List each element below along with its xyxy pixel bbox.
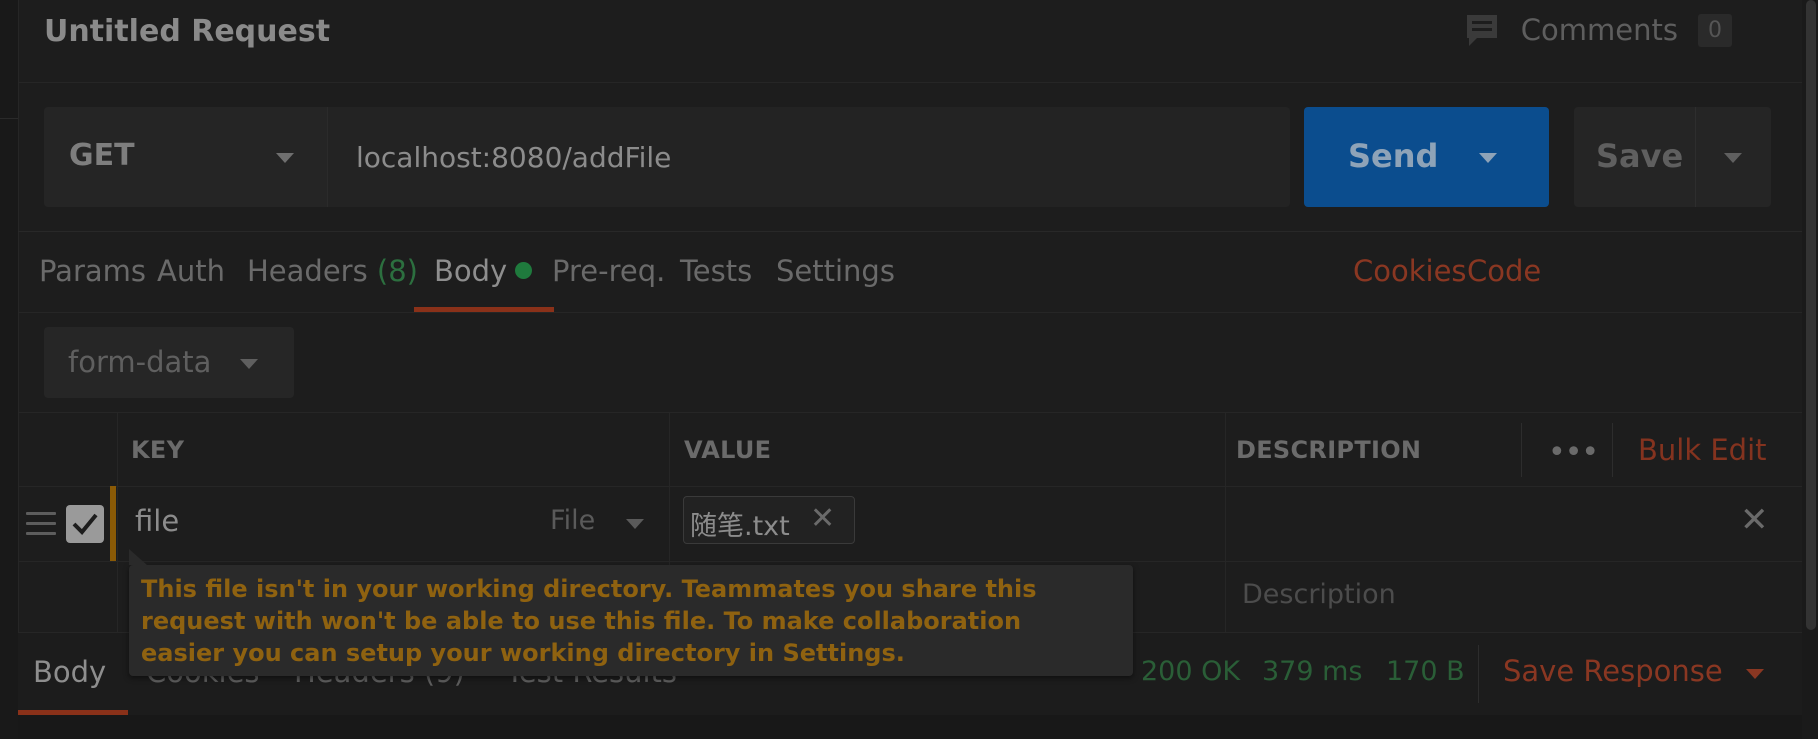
request-title[interactable]: Untitled Request xyxy=(44,14,330,49)
response-body-area xyxy=(18,715,1802,739)
tab-params[interactable]: Params xyxy=(39,254,146,288)
response-tab-body[interactable]: Body xyxy=(33,655,106,689)
url-input-container xyxy=(327,107,1290,207)
warning-indicator xyxy=(110,486,116,561)
body-mode-label: form-data xyxy=(68,345,212,379)
send-label: Send xyxy=(1348,137,1439,175)
checkmark-icon xyxy=(72,513,98,535)
caret-down-icon[interactable] xyxy=(1746,669,1764,679)
tab-headers-label: Headers xyxy=(247,254,368,288)
tab-body-label: Body xyxy=(434,254,508,288)
delete-row-icon[interactable]: ✕ xyxy=(1740,500,1769,540)
divider xyxy=(1521,423,1522,477)
url-bar: GET Send Save xyxy=(44,107,1771,207)
divider xyxy=(1612,423,1613,477)
row-enabled-checkbox[interactable] xyxy=(66,505,104,543)
url-input[interactable] xyxy=(354,129,1258,185)
divider xyxy=(1478,645,1479,703)
bulk-edit-link[interactable]: Bulk Edit xyxy=(1638,433,1767,467)
hamburger-icon[interactable] xyxy=(26,512,56,542)
request-tabs: Params Auth Headers (8) Body Pre-req. Te… xyxy=(18,232,1802,313)
caret-down-icon[interactable] xyxy=(626,519,644,529)
comments-button[interactable]: Comments 0 xyxy=(1463,12,1732,48)
key-column-header: KEY xyxy=(131,436,185,464)
table-row: file File 随笔.txt ✕ ✕ xyxy=(18,486,1802,562)
send-button[interactable]: Send xyxy=(1304,107,1549,207)
key-input[interactable]: file xyxy=(135,504,179,538)
method-select[interactable]: GET xyxy=(44,107,327,207)
response-time: 379 ms xyxy=(1262,656,1363,687)
file-chip: 随笔.txt ✕ xyxy=(683,496,855,544)
save-options-caret-icon[interactable] xyxy=(1724,153,1742,163)
tab-settings[interactable]: Settings xyxy=(776,254,895,288)
value-column-header: VALUE xyxy=(684,436,772,464)
save-response-button[interactable]: Save Response xyxy=(1503,654,1723,688)
response-size: 170 B xyxy=(1386,656,1465,687)
tab-headers[interactable]: Headers (8) xyxy=(247,254,418,288)
key-type-select[interactable]: File xyxy=(550,505,595,536)
tooltip-text: This file isn't in your working director… xyxy=(141,575,1037,667)
send-options-caret-icon[interactable] xyxy=(1479,153,1497,163)
body-status-dot xyxy=(515,262,533,279)
close-icon[interactable]: ✕ xyxy=(810,501,835,536)
body-mode-select[interactable]: form-data xyxy=(44,327,294,398)
comments-label: Comments xyxy=(1520,13,1678,47)
table-header: KEY VALUE DESCRIPTION ••• Bulk Edit xyxy=(18,413,1802,487)
cookies-link[interactable]: Cookies xyxy=(1353,254,1467,288)
working-directory-tooltip: This file isn't in your working director… xyxy=(129,549,1133,676)
tab-prereq[interactable]: Pre-req. xyxy=(552,254,665,288)
file-name: 随笔.txt xyxy=(690,511,790,542)
app-window: Untitled Request Comments 0 GET Send xyxy=(0,0,1818,739)
divider xyxy=(1695,107,1696,207)
active-tab-indicator xyxy=(414,307,554,312)
tab-tests[interactable]: Tests xyxy=(680,254,752,288)
scrollbar-thumb[interactable] xyxy=(1806,0,1816,630)
method-label: GET xyxy=(69,138,135,173)
scrollbar[interactable] xyxy=(1802,0,1818,739)
tab-body[interactable]: Body xyxy=(434,254,533,288)
ellipsis-icon[interactable]: ••• xyxy=(1548,435,1599,470)
speech-bubble-icon xyxy=(1463,12,1501,48)
description-input[interactable]: Description xyxy=(1242,579,1396,610)
comments-count-badge: 0 xyxy=(1698,13,1732,47)
save-button[interactable]: Save xyxy=(1574,107,1771,207)
caret-down-icon xyxy=(240,359,258,369)
left-sidebar-edge xyxy=(0,0,19,739)
request-header: Untitled Request Comments 0 xyxy=(18,0,1802,83)
code-link[interactable]: Code xyxy=(1467,254,1541,288)
headers-count: (8) xyxy=(376,254,419,288)
save-label: Save xyxy=(1596,137,1684,175)
tab-auth[interactable]: Auth xyxy=(157,254,225,288)
description-column-header: DESCRIPTION xyxy=(1236,436,1422,464)
status-code: 200 OK xyxy=(1141,656,1241,687)
caret-down-icon xyxy=(276,153,294,163)
